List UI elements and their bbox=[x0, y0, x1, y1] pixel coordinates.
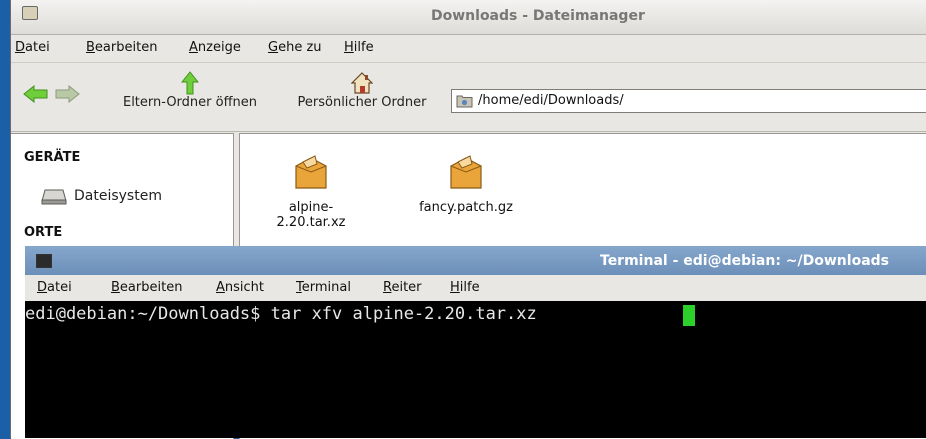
fm-menubar: Datei Bearbeiten Anzeige Gehe zu Hilfe bbox=[11, 34, 926, 63]
terminal-menubar: Datei Bearbeiten Ansicht Terminal Reiter… bbox=[25, 275, 926, 301]
home-folder-label: Persönlicher Ordner bbox=[297, 95, 427, 110]
fm-titlebar[interactable]: Downloads - Dateimanager bbox=[11, 0, 926, 35]
file-item[interactable]: alpine-2.20.tar.xz bbox=[255, 154, 367, 230]
drive-icon bbox=[41, 189, 67, 205]
file-name: fancy.patch.gz bbox=[419, 200, 513, 215]
terminal-screen[interactable]: edi@debian:~/Downloads$ tar xfv alpine-2… bbox=[25, 301, 926, 438]
sidebar-heading-devices: GERÄTE bbox=[24, 150, 81, 165]
fm-menu-datei[interactable]: Datei bbox=[15, 40, 50, 55]
location-path: /home/edi/Downloads/ bbox=[478, 93, 624, 108]
sidebar-heading-places: ORTE bbox=[24, 225, 63, 240]
terminal-cursor bbox=[683, 305, 695, 326]
parent-folder-label: Eltern-Ordner öffnen bbox=[122, 95, 258, 110]
terminal-window-icon[interactable] bbox=[36, 254, 52, 268]
terminal-window: Terminal - edi@debian: ~/Downloads Datei… bbox=[25, 246, 926, 438]
archive-package-icon bbox=[450, 155, 482, 189]
term-menu-hilfe[interactable]: Hilfe bbox=[450, 280, 480, 295]
term-menu-ansicht[interactable]: Ansicht bbox=[216, 280, 264, 295]
forward-arrow-icon bbox=[55, 85, 80, 103]
back-button[interactable] bbox=[23, 85, 49, 103]
fm-menu-gehe-zu[interactable]: Gehe zu bbox=[268, 40, 322, 55]
location-bar[interactable]: /home/edi/Downloads/ bbox=[451, 89, 926, 113]
forward-button[interactable] bbox=[54, 85, 80, 103]
term-menu-bearbeiten[interactable]: Bearbeiten bbox=[111, 280, 182, 295]
terminal-window-title: Terminal - edi@debian: ~/Downloads bbox=[600, 253, 889, 269]
folder-icon bbox=[456, 95, 473, 108]
term-menu-datei[interactable]: Datei bbox=[37, 280, 72, 295]
home-folder-button[interactable]: Persönlicher Ordner bbox=[281, 71, 443, 110]
fm-menu-anzeige[interactable]: Anzeige bbox=[189, 40, 241, 55]
fm-window-title: Downloads - Dateimanager bbox=[431, 8, 645, 24]
sidebar-item-label: Dateisystem bbox=[74, 188, 162, 204]
fm-menu-bearbeiten[interactable]: Bearbeiten bbox=[86, 40, 157, 55]
home-icon bbox=[351, 72, 373, 94]
fm-menu-hilfe[interactable]: Hilfe bbox=[344, 40, 374, 55]
archive-package-icon bbox=[295, 155, 327, 189]
file-item[interactable]: fancy.patch.gz bbox=[410, 154, 522, 215]
term-menu-reiter[interactable]: Reiter bbox=[383, 280, 422, 295]
up-arrow-icon bbox=[181, 71, 199, 95]
back-arrow-icon bbox=[23, 85, 48, 103]
terminal-prompt-line: edi@debian:~/Downloads$ tar xfv alpine-2… bbox=[25, 304, 537, 324]
terminal-titlebar[interactable]: Terminal - edi@debian: ~/Downloads bbox=[25, 246, 926, 275]
file-name: alpine-2.20.tar.xz bbox=[276, 200, 346, 230]
fm-toolbar: Eltern-Ordner öffnen Persönlicher Ordner… bbox=[11, 63, 926, 132]
parent-folder-button[interactable]: Eltern-Ordner öffnen bbox=[106, 71, 274, 110]
term-menu-terminal[interactable]: Terminal bbox=[296, 280, 351, 295]
